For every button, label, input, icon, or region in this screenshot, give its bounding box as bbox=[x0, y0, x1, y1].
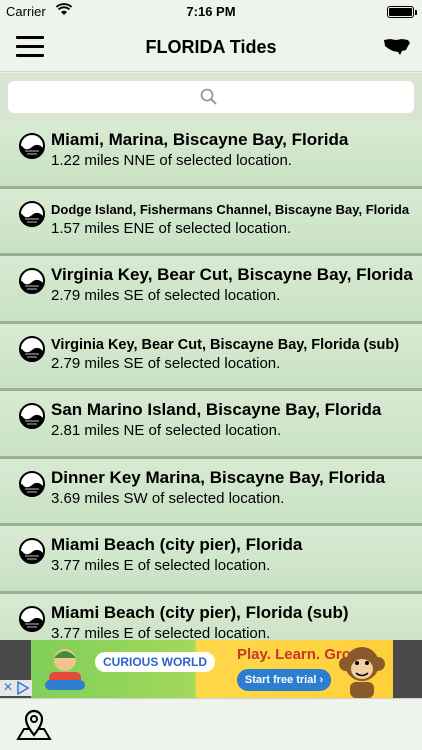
station-name: San Marino Island, Biscayne Bay, Florida bbox=[51, 400, 382, 419]
battery-icon bbox=[387, 6, 417, 18]
station-distance: 2.79 miles SE of selected location. bbox=[51, 354, 281, 372]
tide-gauge-icon bbox=[19, 268, 45, 294]
station-distance: 2.81 miles NE of selected location. bbox=[51, 422, 282, 439]
station-distance: 3.77 miles E of selected location. bbox=[51, 557, 271, 574]
station-list: Miami, Marina, Biscayne Bay, Florida 1.2… bbox=[0, 121, 422, 640]
station-distance: 3.69 miles SW of selected location. bbox=[51, 489, 285, 507]
status-bar: Carrier 7:16 PM bbox=[0, 0, 422, 24]
station-distance: 2.79 miles SE of selected location. bbox=[51, 287, 281, 304]
search-bar-container bbox=[0, 73, 422, 121]
usa-map-icon[interactable] bbox=[382, 34, 412, 58]
tide-gauge-icon bbox=[19, 335, 45, 362]
tide-gauge-icon bbox=[19, 538, 45, 564]
station-name: Virginia Key, Bear Cut, Biscayne Bay, Fl… bbox=[51, 336, 400, 353]
list-item[interactable]: San Marino Island, Biscayne Bay, Florida… bbox=[0, 391, 422, 459]
station-distance: 3.77 miles E of selected location. bbox=[51, 624, 271, 641]
tide-gauge-icon bbox=[19, 133, 45, 159]
list-item[interactable]: Miami Beach (city pier), Florida 3.77 mi… bbox=[0, 526, 422, 594]
start-trial-button[interactable]: Start free trial › bbox=[237, 669, 331, 691]
clock: 7:16 PM bbox=[186, 4, 236, 19]
station-name: Miami, Marina, Biscayne Bay, Florida bbox=[51, 130, 349, 149]
tide-gauge-icon bbox=[19, 470, 45, 497]
tide-gauge-icon bbox=[19, 200, 45, 227]
list-item[interactable]: Dodge Island, Fishermans Channel, Biscay… bbox=[0, 188, 422, 256]
station-name: Miami Beach (city pier), Florida (sub) bbox=[51, 602, 349, 622]
navigation-bar: FLORIDA Tides bbox=[0, 24, 422, 72]
adchoices-icon[interactable] bbox=[16, 681, 30, 695]
map-pin-icon[interactable] bbox=[16, 709, 52, 741]
cartoon-kid-image bbox=[45, 649, 85, 690]
ad-logo: CURIOUS WORLD bbox=[95, 652, 215, 672]
tide-gauge-icon bbox=[19, 403, 45, 429]
monkey-image bbox=[339, 647, 385, 698]
list-item[interactable]: Miami Beach (city pier), Florida (sub) 3… bbox=[0, 593, 422, 641]
list-item[interactable]: Miami, Marina, Biscayne Bay, Florida 1.2… bbox=[0, 121, 422, 189]
page-title: FLORIDA Tides bbox=[145, 37, 277, 57]
station-name: Miami Beach (city pier), Florida bbox=[51, 535, 303, 554]
tide-gauge-icon bbox=[19, 605, 45, 632]
station-name: Dinner Key Marina, Biscayne Bay, Florida bbox=[51, 467, 386, 487]
station-name: Dodge Island, Fishermans Channel, Biscay… bbox=[51, 201, 410, 217]
list-item[interactable]: Virginia Key, Bear Cut, Biscayne Bay, Fl… bbox=[0, 323, 422, 391]
list-item[interactable]: Virginia Key, Bear Cut, Biscayne Bay, Fl… bbox=[0, 256, 422, 324]
station-name: Virginia Key, Bear Cut, Biscayne Bay, Fl… bbox=[51, 265, 413, 284]
ad-choices[interactable]: ✕ bbox=[0, 680, 32, 696]
search-icon bbox=[200, 88, 217, 105]
station-distance: 1.22 miles NNE of selected location. bbox=[51, 152, 292, 169]
close-icon[interactable]: ✕ bbox=[3, 680, 13, 694]
search-input[interactable] bbox=[8, 81, 414, 113]
bottom-toolbar bbox=[0, 698, 422, 750]
station-distance: 1.57 miles ENE of selected location. bbox=[51, 219, 292, 237]
list-item[interactable]: Dinner Key Marina, Biscayne Bay, Florida… bbox=[0, 458, 422, 526]
ad-banner[interactable]: CURIOUS WORLD Play. Learn. Grow. Start f… bbox=[31, 640, 393, 698]
ad-container: CURIOUS WORLD Play. Learn. Grow. Start f… bbox=[0, 640, 422, 698]
